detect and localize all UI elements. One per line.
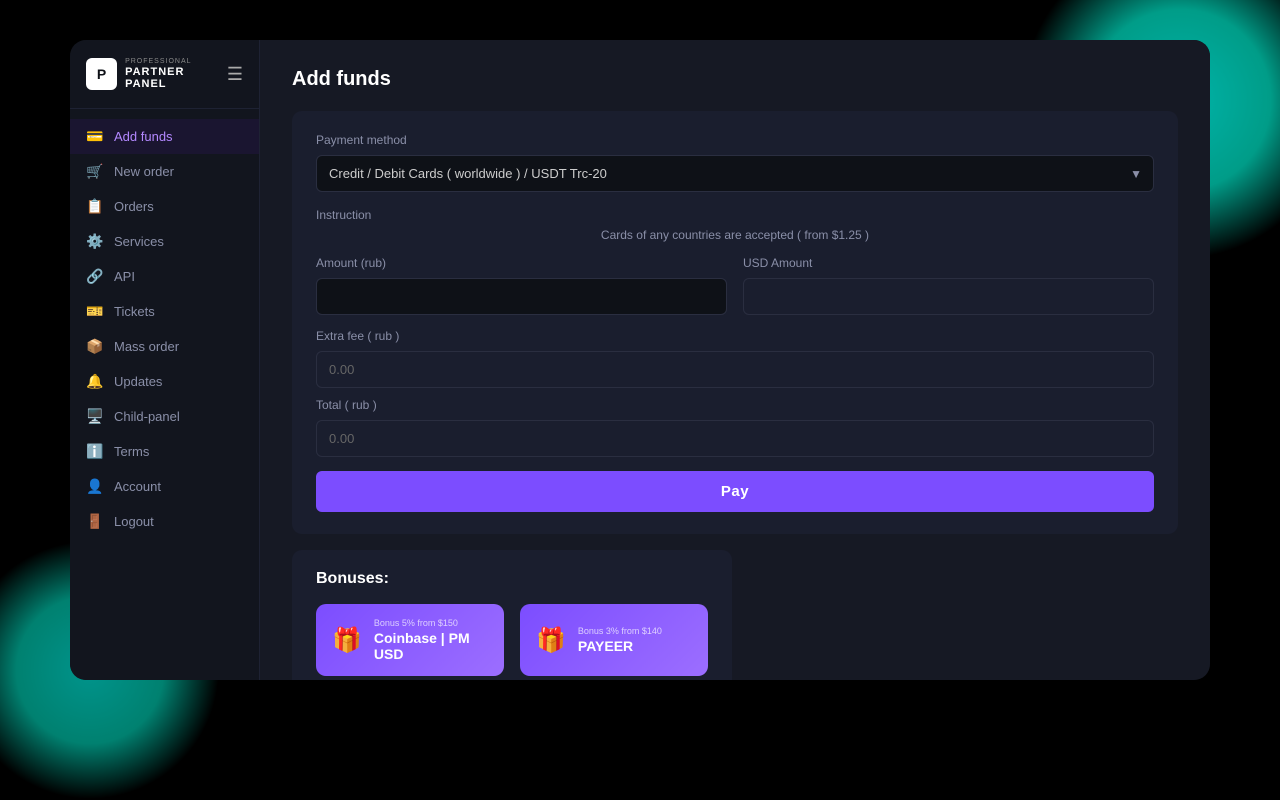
orders-icon: 📋 [86, 198, 104, 215]
extra-fee-input [316, 351, 1154, 388]
sidebar-item-services[interactable]: ⚙️ Services [70, 224, 259, 259]
account-icon: 👤 [86, 478, 104, 495]
add-funds-icon: 💳 [86, 128, 104, 145]
terms-icon: ℹ️ [86, 443, 104, 460]
bonus-name-1: Coinbase | PM USD [374, 630, 488, 662]
sidebar: P PROFESSIONAL PARTNER PANEL ☰ 💳 Add fun… [70, 40, 260, 680]
payment-method-select[interactable]: Credit / Debit Cards ( worldwide ) / USD… [316, 155, 1154, 192]
bonus-gift-icon-1: 🎁 [332, 626, 362, 655]
sidebar-item-logout[interactable]: 🚪 Logout [70, 504, 259, 539]
sidebar-item-account[interactable]: 👤 Account [70, 469, 259, 504]
logout-icon: 🚪 [86, 513, 104, 530]
page-title: Add funds [292, 68, 1178, 91]
usd-amount-label: USD Amount [743, 256, 1154, 270]
amount-group: Amount (rub) [316, 256, 727, 315]
api-icon: 🔗 [86, 268, 104, 285]
bonus-small-text-2: Bonus 3% from $140 [578, 626, 662, 636]
sidebar-nav: 💳 Add funds 🛒 New order 📋 Orders ⚙️ Serv… [70, 109, 259, 680]
bonus-text-coinbase: Bonus 5% from $150 Coinbase | PM USD [374, 618, 488, 662]
sidebar-item-orders[interactable]: 📋 Orders [70, 189, 259, 224]
sidebar-item-tickets[interactable]: 🎫 Tickets [70, 294, 259, 329]
bonus-small-text-1: Bonus 5% from $150 [374, 618, 488, 628]
sidebar-item-new-order[interactable]: 🛒 New order [70, 154, 259, 189]
app-container: P PROFESSIONAL PARTNER PANEL ☰ 💳 Add fun… [70, 40, 1210, 680]
bonus-gift-icon-2: 🎁 [536, 626, 566, 655]
bonuses-card: Bonuses: 🎁 Bonus 5% from $150 Coinbase |… [292, 550, 732, 680]
sidebar-item-mass-order[interactable]: 📦 Mass order [70, 329, 259, 364]
sidebar-item-api[interactable]: 🔗 API [70, 259, 259, 294]
tickets-icon: 🎫 [86, 303, 104, 320]
usd-amount-group: USD Amount [743, 256, 1154, 315]
new-order-icon: 🛒 [86, 163, 104, 180]
extra-fee-group: Extra fee ( rub ) [316, 329, 1154, 388]
total-group: Total ( rub ) [316, 398, 1154, 457]
sidebar-item-updates[interactable]: 🔔 Updates [70, 364, 259, 399]
bonus-item-coinbase[interactable]: 🎁 Bonus 5% from $150 Coinbase | PM USD [316, 604, 504, 676]
sidebar-item-add-funds[interactable]: 💳 Add funds [70, 119, 259, 154]
instruction-label: Instruction [316, 208, 1154, 222]
bonus-item-payeer[interactable]: 🎁 Bonus 3% from $140 PAYEER [520, 604, 708, 676]
pay-button[interactable]: Pay [316, 471, 1154, 512]
total-input [316, 420, 1154, 457]
bonuses-title: Bonuses: [316, 570, 708, 588]
logo-icon: P [86, 58, 117, 90]
bonus-items: 🎁 Bonus 5% from $150 Coinbase | PM USD 🎁… [316, 604, 708, 676]
payment-method-select-wrapper: Credit / Debit Cards ( worldwide ) / USD… [316, 155, 1154, 192]
add-funds-card: Payment method Credit / Debit Cards ( wo… [292, 111, 1178, 534]
hamburger-menu-icon[interactable]: ☰ [227, 64, 243, 85]
extra-fee-label: Extra fee ( rub ) [316, 329, 1154, 343]
services-icon: ⚙️ [86, 233, 104, 250]
bonus-name-2: PAYEER [578, 638, 662, 654]
payment-method-section: Payment method Credit / Debit Cards ( wo… [316, 133, 1154, 192]
sidebar-item-terms[interactable]: ℹ️ Terms [70, 434, 259, 469]
sidebar-header: P PROFESSIONAL PARTNER PANEL ☰ [70, 40, 259, 109]
logo-area: P PROFESSIONAL PARTNER PANEL [86, 58, 227, 90]
instruction-text: Cards of any countries are accepted ( fr… [316, 228, 1154, 242]
amount-input[interactable] [316, 278, 727, 315]
payment-method-label: Payment method [316, 133, 1154, 147]
child-panel-icon: 🖥️ [86, 408, 104, 425]
main-content: Add funds Payment method Credit / Debit … [260, 40, 1210, 680]
total-label: Total ( rub ) [316, 398, 1154, 412]
amount-row: Amount (rub) USD Amount [316, 256, 1154, 315]
bonus-text-payeer: Bonus 3% from $140 PAYEER [578, 626, 662, 654]
mass-order-icon: 📦 [86, 338, 104, 355]
amount-label: Amount (rub) [316, 256, 727, 270]
updates-icon: 🔔 [86, 373, 104, 390]
instruction-section: Instruction Cards of any countries are a… [316, 208, 1154, 242]
usd-amount-input [743, 278, 1154, 315]
sidebar-item-child-panel[interactable]: 🖥️ Child-panel [70, 399, 259, 434]
logo-text: PROFESSIONAL PARTNER PANEL [125, 58, 227, 90]
